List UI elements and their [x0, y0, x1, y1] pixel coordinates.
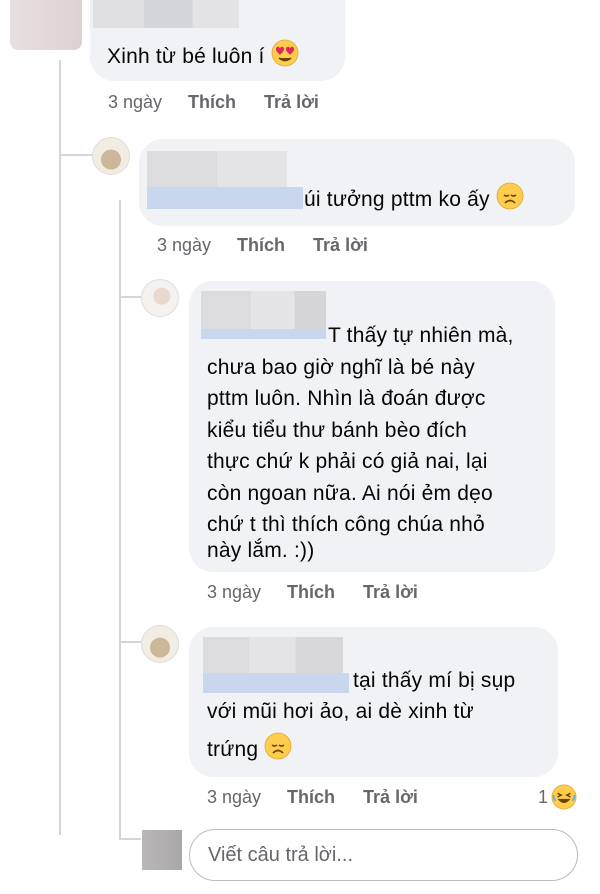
- sad-emoji-icon: [496, 182, 524, 210]
- like-button[interactable]: Thích: [287, 582, 335, 603]
- like-button[interactable]: Thích: [287, 787, 335, 808]
- timestamp[interactable]: 3 ngày: [207, 582, 261, 603]
- laughing-emoji-icon: [551, 784, 577, 810]
- comment-text: Xinh từ bé luôn í: [107, 39, 299, 73]
- reply-input[interactable]: [189, 829, 578, 881]
- comment-text-line: trứng: [207, 732, 292, 766]
- thread-connector-2: [119, 296, 141, 298]
- blurred-name: [203, 637, 343, 675]
- comment-text-line: pttm luôn. Nhìn là đoán được: [207, 387, 486, 410]
- comment-meta: 3 ngày Thích Trả lời: [207, 787, 446, 808]
- timestamp[interactable]: 3 ngày: [207, 787, 261, 808]
- sad-emoji-icon: [264, 732, 292, 760]
- comment-text: úi tưởng pttm ko ấy: [304, 182, 524, 216]
- blurred-name-link: [201, 329, 326, 339]
- reaction-summary[interactable]: 1: [538, 784, 577, 810]
- comment-meta: 3 ngày Thích Trả lời: [207, 582, 446, 603]
- reaction-count: 1: [538, 786, 549, 807]
- thread-connector-1: [59, 154, 93, 156]
- blurred-name-link: [203, 673, 349, 693]
- like-button[interactable]: Thích: [237, 235, 285, 256]
- thread-connector-3: [119, 641, 141, 643]
- comment-text-content: Xinh từ bé luôn í: [107, 45, 265, 68]
- comment-text-line: chưa bao giờ nghĩ là bé này: [207, 356, 475, 379]
- comment-text-line: này lắm. :)): [207, 539, 315, 562]
- reply-button[interactable]: Trả lời: [363, 787, 418, 808]
- comment-text-line: thực chứ k phải có giả nai, lại: [207, 450, 488, 473]
- heart-eyes-emoji-icon: [271, 39, 299, 67]
- comment-text-line: kiểu tiểu thư bánh bèo đích: [207, 419, 467, 442]
- thread-connector-4: [119, 838, 141, 840]
- comment-text-content: úi tưởng pttm ko ấy: [304, 188, 490, 211]
- reply-button[interactable]: Trả lời: [264, 92, 319, 113]
- comment-meta: 3 ngày Thích Trả lời: [108, 92, 347, 113]
- blurred-name: [93, 0, 239, 28]
- avatar[interactable]: [141, 625, 179, 663]
- comment-text-line: T thấy tự nhiên mà,: [328, 324, 514, 347]
- avatar[interactable]: [10, 0, 82, 50]
- reply-button[interactable]: Trả lời: [363, 582, 418, 603]
- like-button[interactable]: Thích: [188, 92, 236, 113]
- comment-bubble: T thấy tự nhiên mà, chưa bao giờ nghĩ là…: [189, 281, 555, 572]
- reply-button[interactable]: Trả lời: [313, 235, 368, 256]
- comment-text-line: với mũi hơi ảo, ai dè xinh từ: [207, 700, 474, 723]
- comment-bubble: Xinh từ bé luôn í: [90, 0, 345, 81]
- comment-text-line: tại thấy mí bị sụp: [353, 669, 516, 692]
- comment-meta: 3 ngày Thích Trả lời: [157, 235, 396, 256]
- comment-text-content: trứng: [207, 738, 259, 761]
- timestamp[interactable]: 3 ngày: [108, 92, 162, 113]
- blurred-name: [147, 151, 287, 189]
- comment-text-line: còn ngoan nữa. Ai nói ẻm dẹo: [207, 482, 493, 505]
- avatar: [142, 830, 182, 870]
- blurred-name-link: [147, 187, 303, 209]
- comment-bubble: tại thấy mí bị sụp với mũi hơi ảo, ai dè…: [189, 627, 558, 777]
- avatar[interactable]: [92, 137, 130, 175]
- avatar[interactable]: [141, 279, 179, 317]
- thread-line-main: [59, 60, 61, 835]
- comment-bubble: úi tưởng pttm ko ấy: [139, 139, 575, 226]
- blurred-name: [201, 291, 326, 331]
- timestamp[interactable]: 3 ngày: [157, 235, 211, 256]
